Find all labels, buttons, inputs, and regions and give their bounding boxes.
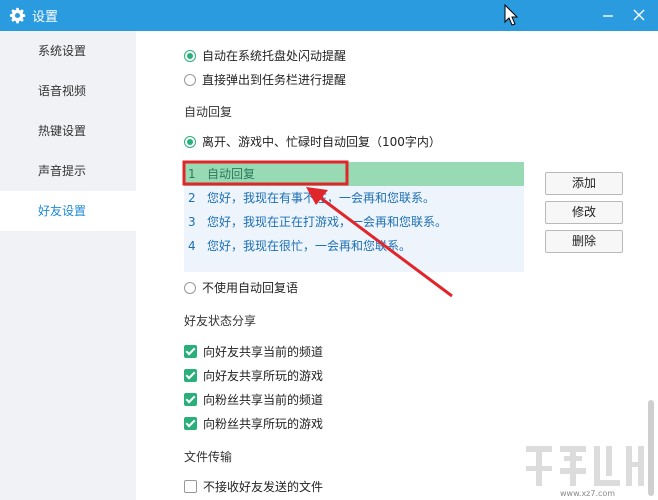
checkbox-label: 向好友共享当前的频道 <box>203 345 324 359</box>
watermark-url: www.xz7.com <box>560 489 616 498</box>
settings-content: 自动在系统托盘处闪动提醒 直接弹出到任务栏进行提醒 自动回复 离开、游戏中、忙碌… <box>136 31 658 500</box>
add-button[interactable]: 添加 <box>545 172 623 195</box>
checkbox-indicator[interactable] <box>184 480 197 493</box>
sidebar-item-friends[interactable]: 好友设置 <box>0 191 136 231</box>
close-button[interactable] <box>627 4 651 26</box>
radio-tray-flash[interactable]: 自动在系统托盘处闪动提醒 <box>184 47 346 65</box>
checkbox-label: 向好友共享所玩的游戏 <box>203 369 324 383</box>
radio-indicator[interactable] <box>184 74 196 86</box>
list-item-text: 您好，我现在很忙，一会再和您联系。 <box>207 239 412 253</box>
minimize-icon <box>603 15 613 17</box>
checkbox-share-game-fans[interactable]: 向粉丝共享所玩的游戏 <box>184 415 323 433</box>
section-title-friend-status: 好友状态分享 <box>184 314 257 328</box>
radio-taskbar-popup[interactable]: 直接弹出到任务栏进行提醒 <box>184 71 346 89</box>
radio-indicator[interactable] <box>184 50 196 62</box>
list-item[interactable]: 2 您好，我现在有事不在，一会再和您联系。 <box>184 186 524 210</box>
section-title-file-transfer: 文件传输 <box>184 450 233 464</box>
settings-sidebar: 系统设置 语音视频 热键设置 声音提示 好友设置 <box>0 31 136 500</box>
list-item-number: 1 <box>188 167 196 181</box>
checkbox-label: 向粉丝共享当前的频道 <box>203 393 324 407</box>
list-item-text: 自动回复 <box>207 167 256 181</box>
checkbox-share-channel-friends[interactable]: 向好友共享当前的频道 <box>184 343 323 361</box>
list-item[interactable]: 3 您好，我现在正在打游戏，一会再和您联系。 <box>184 210 524 234</box>
delete-button[interactable]: 删除 <box>545 230 623 253</box>
radio-indicator[interactable] <box>184 282 196 294</box>
list-item-text: 您好，我现在正在打游戏，一会再和您联系。 <box>207 215 448 229</box>
close-icon <box>633 9 645 21</box>
sidebar-item-voice-video[interactable]: 语音视频 <box>0 71 136 111</box>
sidebar-item-system[interactable]: 系统设置 <box>0 31 136 71</box>
sidebar-item-hotkeys[interactable]: 热键设置 <box>0 111 136 151</box>
list-item[interactable]: 4 您好，我现在很忙，一会再和您联系。 <box>184 234 524 258</box>
list-item-number: 3 <box>188 215 196 229</box>
checkbox-indicator[interactable] <box>184 345 197 358</box>
radio-label: 直接弹出到任务栏进行提醒 <box>202 73 347 87</box>
radio-label: 自动在系统托盘处闪动提醒 <box>202 49 347 63</box>
minimize-button[interactable] <box>596 4 620 26</box>
checkbox-label: 不接收好友发送的文件 <box>203 480 324 494</box>
window-title: 设置 <box>32 10 59 25</box>
checkbox-indicator[interactable] <box>184 369 197 382</box>
radio-label: 离开、游戏中、忙碌时自动回复（100字内） <box>202 135 441 149</box>
radio-label: 不使用自动回复语 <box>202 281 299 295</box>
title-bar: 设置 <box>0 0 658 31</box>
list-item-number: 2 <box>188 191 196 205</box>
checkbox-indicator[interactable] <box>184 393 197 406</box>
gear-icon <box>9 7 26 24</box>
auto-reply-list[interactable]: 1 自动回复 2 您好，我现在有事不在，一会再和您联系。 3 您好，我现在正在打… <box>184 162 524 272</box>
sidebar-item-sound[interactable]: 声音提示 <box>0 151 136 191</box>
list-item-number: 4 <box>188 239 196 253</box>
radio-auto-reply-disable[interactable]: 不使用自动回复语 <box>184 279 298 297</box>
checkbox-reject-files[interactable]: 不接收好友发送的文件 <box>184 478 323 496</box>
checkbox-indicator[interactable] <box>184 417 197 430</box>
list-item-text: 您好，我现在有事不在，一会再和您联系。 <box>207 191 436 205</box>
section-title-auto-reply: 自动回复 <box>184 105 233 119</box>
radio-auto-reply-enable[interactable]: 离开、游戏中、忙碌时自动回复（100字内） <box>184 133 441 151</box>
list-item[interactable]: 1 自动回复 <box>184 162 524 186</box>
radio-indicator[interactable] <box>184 136 196 148</box>
edit-button[interactable]: 修改 <box>545 201 623 224</box>
checkbox-label: 向粉丝共享所玩的游戏 <box>203 417 324 431</box>
checkbox-share-game-friends[interactable]: 向好友共享所玩的游戏 <box>184 367 323 385</box>
checkbox-share-channel-fans[interactable]: 向粉丝共享当前的频道 <box>184 391 323 409</box>
